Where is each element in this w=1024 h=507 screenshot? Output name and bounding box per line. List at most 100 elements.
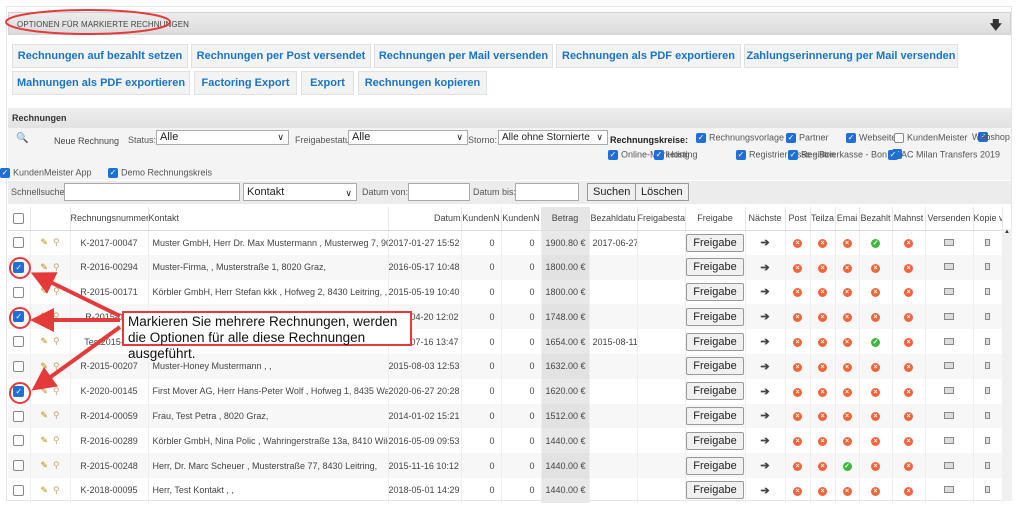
copy-icon[interactable]	[985, 461, 990, 469]
mail-icon[interactable]	[944, 287, 954, 295]
error-icon[interactable]: ×	[793, 412, 802, 422]
column-header[interactable]: Kontakt	[148, 207, 389, 231]
action-button[interactable]: Rechnungen als PDF exportieren	[556, 44, 741, 68]
pencil-icon[interactable]: ✎	[40, 336, 48, 346]
error-icon[interactable]: ×	[818, 387, 827, 397]
error-icon[interactable]: ×	[871, 437, 880, 447]
error-icon[interactable]: ×	[842, 437, 852, 447]
copy-icon[interactable]	[985, 411, 990, 419]
error-icon[interactable]: ×	[904, 362, 913, 372]
row-checkbox[interactable]	[13, 410, 25, 422]
mail-icon[interactable]	[944, 461, 954, 469]
error-icon[interactable]: ×	[871, 387, 880, 397]
error-icon[interactable]: ×	[904, 412, 913, 422]
error-icon[interactable]: ×	[818, 362, 827, 372]
select-all-header[interactable]	[8, 207, 31, 231]
error-icon[interactable]: ×	[793, 486, 802, 496]
check-icon[interactable]: ✓	[871, 338, 880, 348]
copy-icon[interactable]	[985, 287, 990, 295]
error-icon[interactable]: ×	[842, 239, 852, 249]
release-button[interactable]: Freigabe	[686, 282, 744, 301]
column-header[interactable]: Mahnst	[892, 207, 926, 231]
arrow-right-icon[interactable]: ➔	[760, 410, 769, 422]
pencil-icon[interactable]: ✎	[40, 262, 48, 272]
release-button[interactable]: Freigabe	[686, 406, 744, 425]
magnifier-icon[interactable]: 🔍	[16, 133, 28, 144]
error-icon[interactable]: ×	[904, 288, 913, 298]
copy-icon[interactable]	[985, 263, 990, 271]
invoice-number[interactable]: K-2020-00145	[70, 378, 149, 404]
error-icon[interactable]: ×	[842, 387, 852, 397]
error-icon[interactable]: ×	[904, 313, 913, 323]
error-icon[interactable]: ×	[871, 288, 880, 298]
error-icon[interactable]: ×	[904, 263, 913, 273]
error-icon[interactable]: ×	[904, 338, 913, 348]
error-icon[interactable]: ×	[818, 338, 827, 348]
copy-icon[interactable]	[985, 436, 990, 444]
search-button[interactable]: Suchen	[587, 183, 637, 201]
action-button[interactable]: Rechnungen per Post versendet	[191, 44, 371, 68]
check-icon[interactable]: ✓	[871, 239, 880, 249]
error-icon[interactable]: ×	[818, 437, 827, 447]
circle-filter-3[interactable]: KundenMeister ✓	[894, 132, 988, 143]
invoice-number[interactable]: K-2018-00095	[70, 477, 149, 503]
magnifier-icon[interactable]: ⚲	[53, 410, 60, 420]
error-icon[interactable]: ×	[842, 486, 852, 496]
error-icon[interactable]: ×	[818, 486, 827, 496]
arrow-right-icon[interactable]: ➔	[760, 262, 769, 274]
arrow-right-icon[interactable]: ➔	[760, 485, 769, 497]
mail-icon[interactable]	[944, 312, 954, 320]
error-icon[interactable]: ×	[793, 437, 802, 447]
error-icon[interactable]: ×	[904, 239, 913, 249]
row-checkbox[interactable]	[13, 336, 25, 348]
copy-icon[interactable]	[985, 337, 990, 345]
row-checkbox[interactable]: ✓	[13, 261, 25, 273]
error-icon[interactable]: ×	[818, 462, 827, 472]
action-button[interactable]: Rechnungen per Mail versenden	[374, 44, 553, 68]
column-header[interactable]: Emai	[835, 207, 860, 231]
column-header[interactable]: Bezahldatu	[589, 207, 638, 231]
error-icon[interactable]: ×	[871, 412, 880, 422]
date-from-input[interactable]	[408, 183, 470, 201]
mail-icon[interactable]	[944, 238, 954, 246]
invoice-number[interactable]: R-2014-00059	[70, 403, 149, 429]
circle-filter-9[interactable]: ✓ AC Milan Transfers 2019	[888, 149, 1000, 160]
release-button[interactable]: Freigabe	[686, 258, 744, 277]
error-icon[interactable]: ×	[871, 362, 880, 372]
action-button[interactable]: Zahlungserinnerung per Mail versenden	[744, 44, 958, 68]
circle-filter-10[interactable]: ✓ KundenMeister App	[0, 167, 92, 178]
mail-icon[interactable]	[944, 436, 954, 444]
circle-filter-0[interactable]: ✓ Rechnungsvorlage	[696, 132, 784, 143]
arrow-right-icon[interactable]: ➔	[760, 460, 769, 472]
release-select[interactable]: Alle ∨	[348, 130, 468, 145]
action-button[interactable]: Rechnungen auf bezahlt setzen	[12, 44, 188, 68]
column-header[interactable]: Post	[785, 207, 811, 231]
error-icon[interactable]: ×	[842, 412, 852, 422]
error-icon[interactable]: ×	[842, 288, 852, 298]
column-header[interactable]: KundenN	[501, 207, 542, 231]
magnifier-icon[interactable]: ⚲	[53, 460, 60, 470]
new-invoice-link[interactable]: Neue Rechnung	[54, 136, 119, 146]
table-scrollbar[interactable]: ▲	[1002, 229, 1012, 501]
storno-select[interactable]: Alle ohne Stornierte ∨	[498, 130, 608, 145]
action-button[interactable]: Export	[301, 71, 354, 95]
magnifier-icon[interactable]: ⚲	[53, 262, 60, 272]
release-button[interactable]: Freigabe	[686, 233, 744, 252]
error-icon[interactable]: ×	[842, 313, 852, 323]
column-header[interactable]: Versenden	[925, 207, 974, 231]
row-checkbox[interactable]	[13, 360, 25, 372]
release-button[interactable]: Freigabe	[686, 357, 744, 376]
scroll-up-icon[interactable]: ▲	[1004, 229, 1010, 235]
circle-filter-8[interactable]: ✓Registrierkasse - Bon✓	[788, 149, 902, 160]
select-all-checkbox[interactable]	[13, 212, 25, 224]
mail-icon[interactable]	[944, 486, 954, 494]
mail-icon[interactable]	[944, 337, 954, 345]
copy-icon[interactable]	[985, 312, 990, 320]
error-icon[interactable]: ×	[793, 288, 802, 298]
copy-icon[interactable]	[985, 387, 990, 395]
checkbox[interactable]	[894, 132, 904, 143]
invoice-number[interactable]: R-2015-00171	[70, 279, 149, 305]
pencil-icon[interactable]: ✎	[40, 286, 48, 296]
invoice-number[interactable]: R-2015-00248	[70, 453, 149, 478]
invoice-number[interactable]: R-2016-00294	[70, 254, 149, 280]
